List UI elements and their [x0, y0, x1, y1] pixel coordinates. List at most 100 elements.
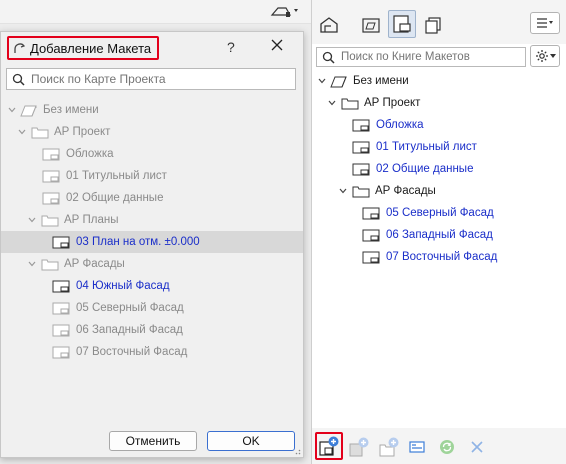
tree-row-root[interactable]: Без имени	[1, 99, 303, 121]
tree-label: Без имени	[43, 104, 99, 116]
navigator-toolbar	[312, 0, 566, 44]
search-icon	[12, 73, 25, 86]
tree-row-root[interactable]: Без имени	[312, 70, 566, 92]
chevron-down-icon[interactable]	[338, 186, 348, 196]
ok-button[interactable]: OK	[207, 431, 295, 451]
layout-sheet-icon	[42, 169, 60, 183]
chevron-down-icon[interactable]	[7, 105, 17, 115]
layout-sheet-icon	[42, 191, 60, 205]
tree-row-layout[interactable]: 05 Северный Фасад	[1, 297, 303, 319]
layout-sheet-icon	[42, 147, 60, 161]
new-layout-icon	[318, 435, 340, 457]
chevron-down-icon[interactable]	[27, 259, 37, 269]
chevron-down-icon[interactable]	[327, 98, 337, 108]
layout-sheet-icon	[52, 279, 70, 293]
help-button[interactable]: ?	[227, 39, 235, 55]
tree-label: АР Фасады	[64, 258, 125, 270]
tree-label: АР Проект	[54, 126, 111, 138]
project-map-search[interactable]	[6, 68, 296, 90]
settings-button[interactable]	[530, 45, 560, 67]
tree-row-layout[interactable]: 07 Восточный Фасад	[1, 341, 303, 363]
close-button[interactable]	[270, 38, 284, 52]
book-icon	[20, 103, 38, 117]
tree-label: Обложка	[376, 119, 424, 131]
layout-book-tab[interactable]	[388, 10, 416, 38]
tree-row-folder[interactable]: АР Фасады	[312, 180, 566, 202]
dialog-footer: Отменить OK	[1, 427, 303, 457]
layout-sheet-icon	[362, 206, 380, 220]
folder-icon	[31, 125, 49, 139]
tree-label: 07 Восточный Фасад	[386, 251, 498, 263]
chevron-down-icon[interactable]	[317, 76, 327, 86]
tree-row-layout[interactable]: Обложка	[1, 143, 303, 165]
search-input[interactable]	[341, 51, 521, 63]
layout-sheet-icon	[362, 228, 380, 242]
tree-row-layout[interactable]: 06 Западный Фасад	[1, 319, 303, 341]
tree-row-layout[interactable]: 05 Северный Фасад	[312, 202, 566, 224]
tree-label: 06 Западный Фасад	[386, 229, 493, 241]
tree-label: 01 Титульный лист	[376, 141, 477, 153]
tree-row-layout[interactable]: 01 Титульный лист	[1, 165, 303, 187]
tree-row-layout[interactable]: 02 Общие данные	[312, 158, 566, 180]
layout-sheet-icon	[352, 118, 370, 132]
tree-row-layout[interactable]: 07 Восточный Фасад	[312, 246, 566, 268]
gear-icon	[535, 49, 549, 63]
layout-settings-button[interactable]	[404, 434, 430, 460]
tree-row-layout[interactable]: 04 Южный Фасад	[1, 275, 303, 297]
add-layout-dialog: Добавление Макета ? Без имени АР Проект …	[0, 31, 304, 458]
tree-label: 04 Южный Фасад	[76, 280, 170, 292]
layout-sheet-icon	[352, 140, 370, 154]
tree-row-folder[interactable]: АР Планы	[1, 209, 303, 231]
chevron-down-icon[interactable]	[27, 215, 37, 225]
folder-icon	[341, 96, 359, 110]
navigator-bottom-toolbar	[312, 428, 566, 464]
layout-book-tree: Без имени АР Проект Обложка 01 Титульный…	[312, 70, 566, 426]
layout-sheet-icon	[52, 235, 70, 249]
dialog-title: Добавление Макета	[30, 40, 152, 56]
publisher-icon	[423, 16, 443, 34]
tree-row-layout[interactable]: 02 Общие данные	[1, 187, 303, 209]
new-master-layout-button[interactable]	[346, 434, 372, 460]
tree-row-layout[interactable]: 01 Титульный лист	[312, 136, 566, 158]
tree-label: 07 Восточный Фасад	[76, 346, 188, 358]
tree-row-layout[interactable]: Обложка	[312, 114, 566, 136]
house-icon	[319, 16, 339, 34]
navigator-header-strip	[0, 0, 312, 24]
layout-sheet-icon	[362, 250, 380, 264]
tree-label: АР Фасады	[375, 185, 436, 197]
tree-row-folder[interactable]: АР Проект	[312, 92, 566, 114]
layout-sheet-icon	[52, 301, 70, 315]
cancel-button[interactable]: Отменить	[109, 431, 197, 451]
new-subset-button[interactable]	[376, 434, 402, 460]
layout-book-search[interactable]	[316, 47, 526, 67]
tree-label: 05 Северный Фасад	[76, 302, 184, 314]
folder-icon	[352, 184, 370, 198]
chevron-down-icon[interactable]	[17, 127, 27, 137]
layout-sheet-icon	[352, 162, 370, 176]
layout-arc-icon	[13, 42, 25, 54]
search-input[interactable]	[31, 72, 271, 86]
publisher-tab[interactable]	[420, 12, 446, 38]
tree-label: 05 Северный Фасад	[386, 207, 494, 219]
chevron-down-icon	[549, 54, 556, 58]
tree-label: АР Проект	[364, 97, 421, 109]
tree-label: 06 Западный Фасад	[76, 324, 183, 336]
new-layout-button[interactable]	[315, 432, 343, 460]
delete-button[interactable]	[464, 434, 490, 460]
tree-label: 01 Титульный лист	[66, 170, 167, 182]
tree-label: 02 Общие данные	[66, 192, 164, 204]
tree-label: 02 Общие данные	[376, 163, 474, 175]
update-button[interactable]	[434, 434, 460, 460]
project-map-tab[interactable]	[316, 12, 342, 38]
navigator-view-icon[interactable]	[270, 3, 300, 19]
tree-row-folder[interactable]: АР Проект	[1, 121, 303, 143]
resize-grip-icon[interactable]	[293, 447, 301, 455]
tree-row-layout-selected[interactable]: 03 План на отм. ±0.000	[1, 231, 303, 253]
tree-row-folder[interactable]: АР Фасады	[1, 253, 303, 275]
project-map-tree: Без имени АР Проект Обложка 01 Титульный…	[1, 97, 303, 427]
folder-icon	[41, 257, 59, 271]
view-map-tab[interactable]	[358, 12, 384, 38]
refresh-icon	[438, 438, 456, 456]
tree-row-layout[interactable]: 06 Западный Фасад	[312, 224, 566, 246]
panel-menu-button[interactable]	[530, 12, 560, 34]
